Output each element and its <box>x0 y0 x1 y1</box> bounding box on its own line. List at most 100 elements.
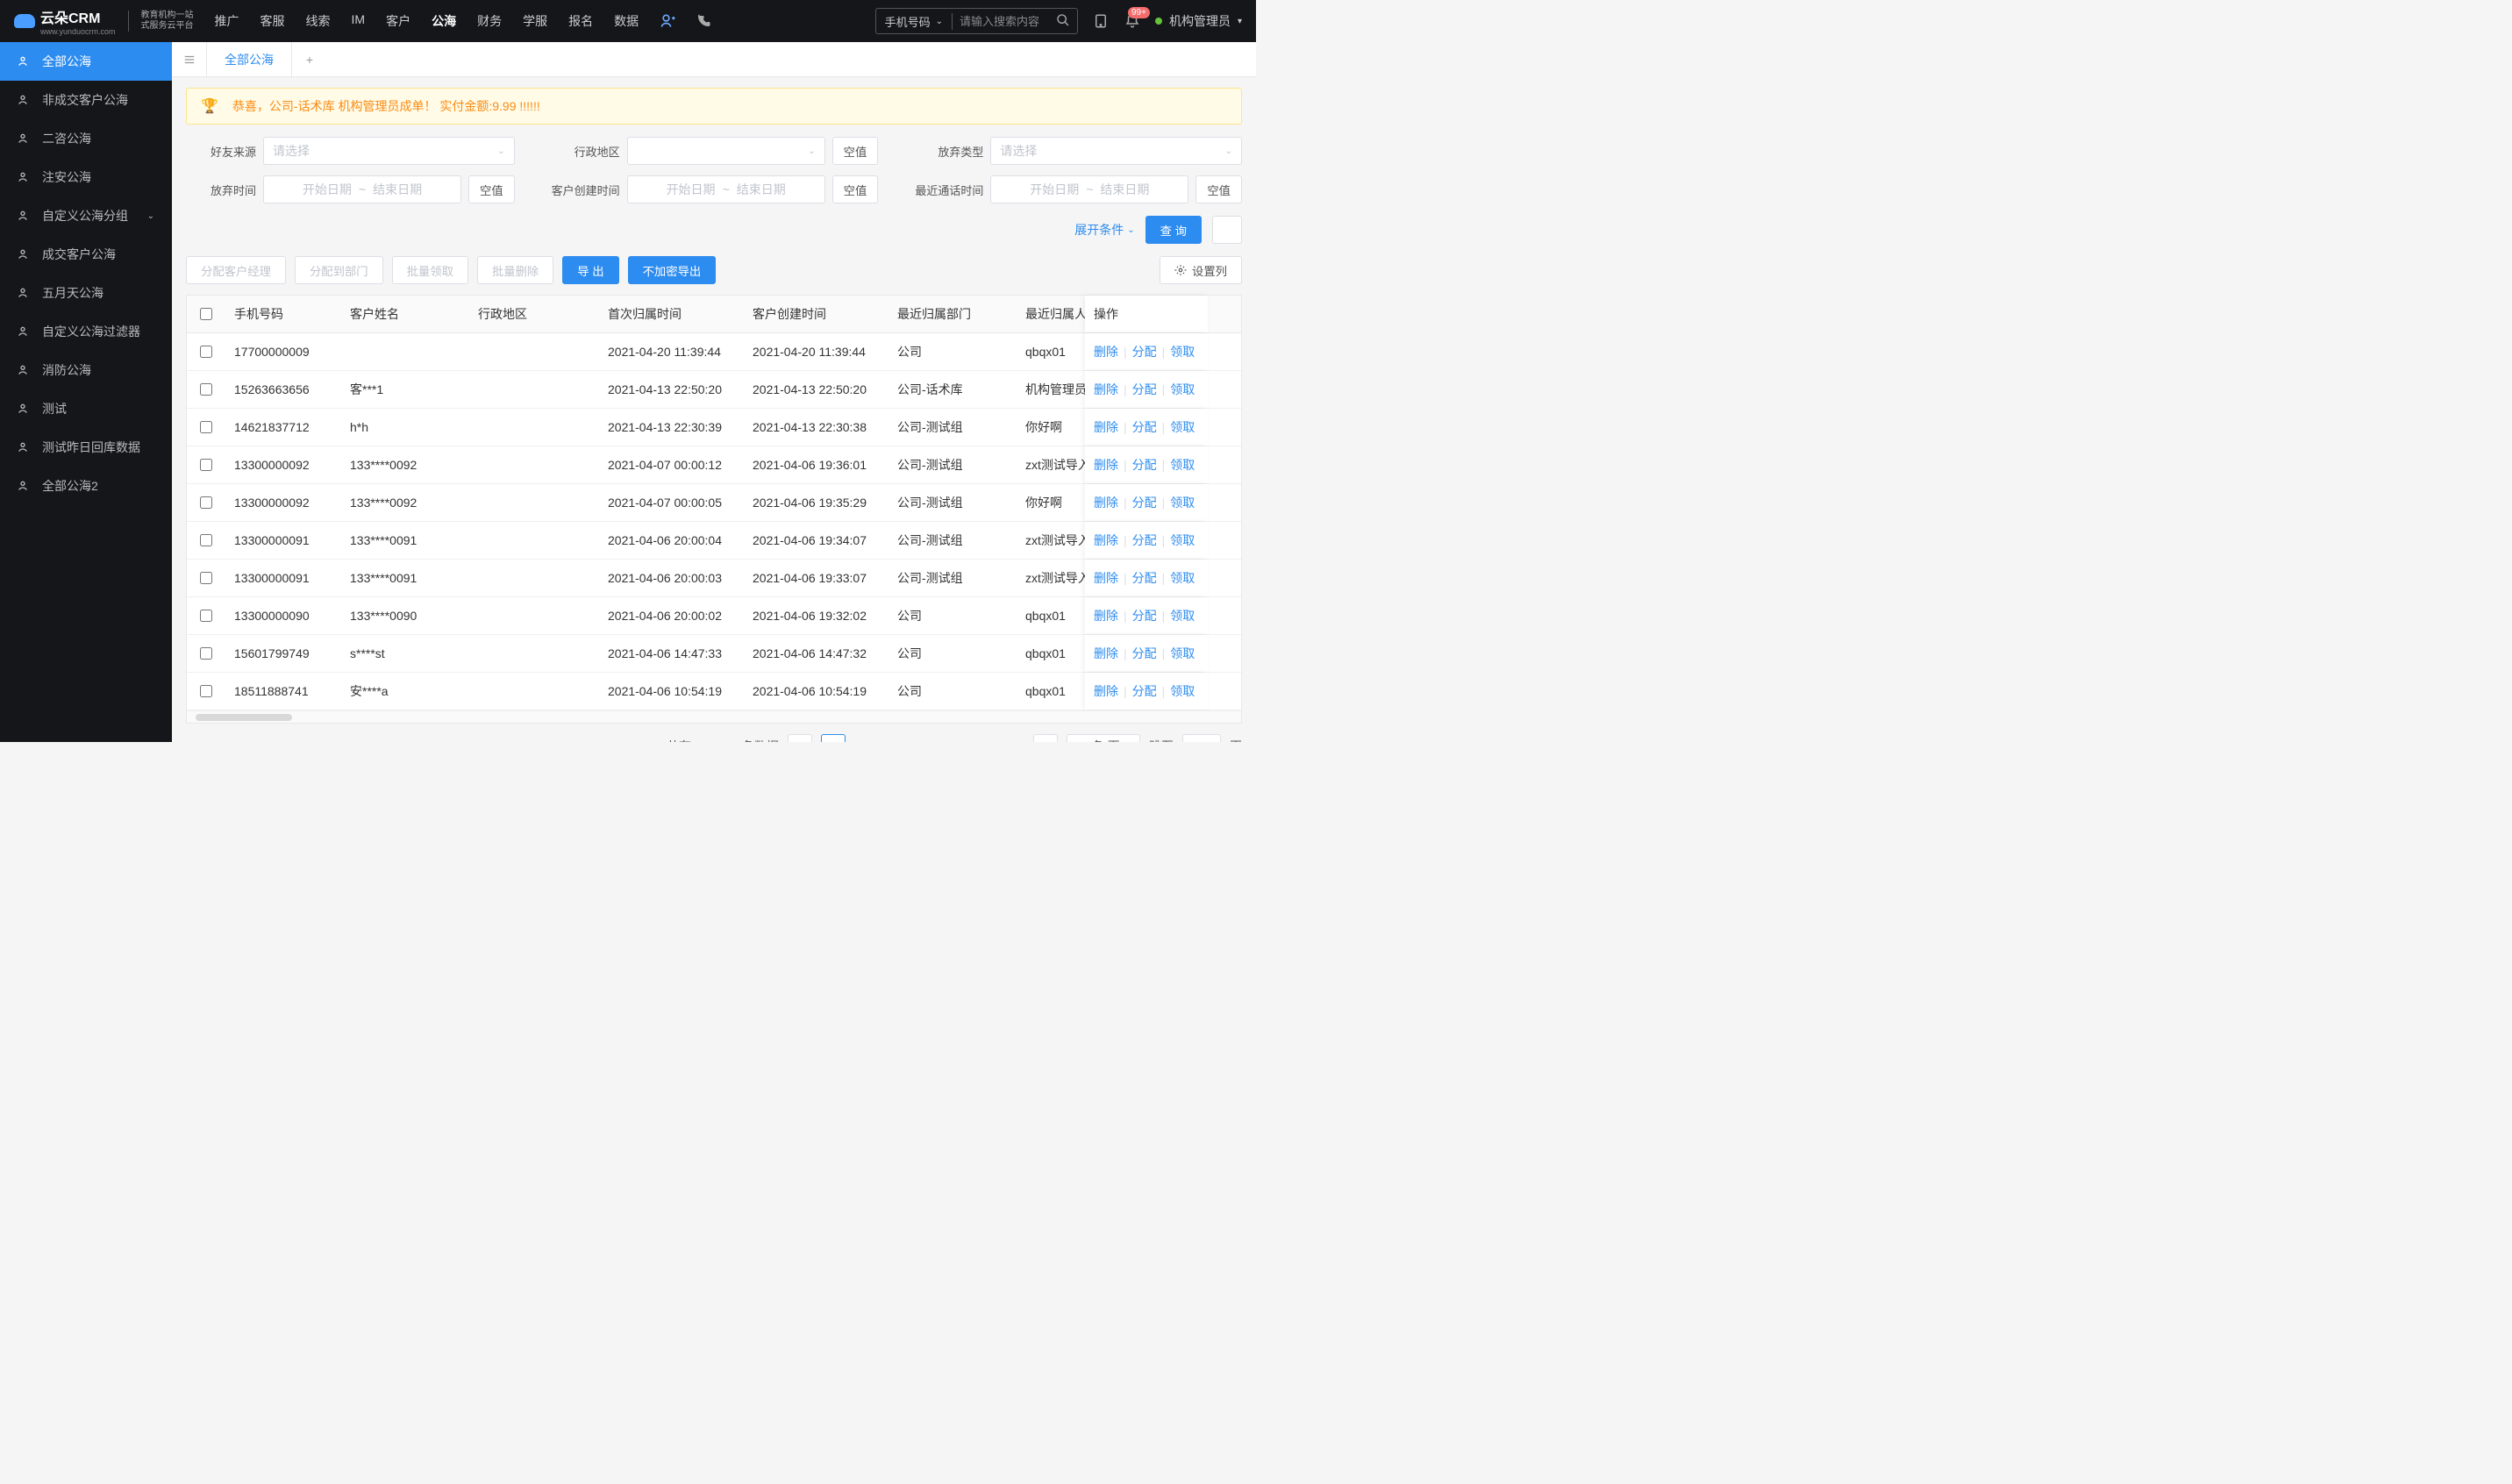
row-assign-link[interactable]: 分配 <box>1132 456 1157 474</box>
sidebar-item-10[interactable]: 测试昨日回库数据 <box>0 428 172 467</box>
row-checkbox[interactable] <box>200 459 212 471</box>
row-checkbox[interactable] <box>200 610 212 622</box>
user-add-icon[interactable] <box>660 12 677 30</box>
logo[interactable]: 云朵CRM www.yunduocrm.com 教育机构一站 式服务云平台 <box>14 6 194 36</box>
nav-item-7[interactable]: 学服 <box>523 12 547 30</box>
row-checkbox[interactable] <box>200 534 212 546</box>
nav-item-2[interactable]: 线索 <box>306 12 331 30</box>
null-button-region[interactable]: 空值 <box>832 137 879 165</box>
null-button-abandon-time[interactable]: 空值 <box>468 175 515 203</box>
select-all-checkbox[interactable] <box>200 308 212 320</box>
row-claim-link[interactable]: 领取 <box>1170 607 1195 624</box>
bulk-delete-button[interactable]: 批量删除 <box>477 256 553 284</box>
query-button[interactable]: 查 询 <box>1145 216 1202 244</box>
nav-item-3[interactable]: IM <box>352 12 366 30</box>
horizontal-scrollbar[interactable] <box>187 710 1241 723</box>
page-1[interactable]: 1 <box>821 734 846 742</box>
filter-date-last-call[interactable]: 开始日期~结束日期 <box>990 175 1188 203</box>
sidebar-item-2[interactable]: 二咨公海 <box>0 119 172 158</box>
sidebar-item-9[interactable]: 测试 <box>0 389 172 428</box>
tablet-icon[interactable] <box>1092 12 1110 30</box>
row-delete-link[interactable]: 删除 <box>1094 682 1118 700</box>
filter-date-abandon[interactable]: 开始日期~结束日期 <box>263 175 461 203</box>
row-delete-link[interactable]: 删除 <box>1094 607 1118 624</box>
row-checkbox[interactable] <box>200 346 212 358</box>
bell-icon[interactable]: 99+ <box>1124 12 1141 30</box>
sidebar-item-3[interactable]: 注安公海 <box>0 158 172 196</box>
page-2[interactable]: 2 <box>854 739 872 742</box>
page-5[interactable]: 5 <box>932 739 950 742</box>
row-assign-link[interactable]: 分配 <box>1132 494 1157 511</box>
null-button-last-call[interactable]: 空值 <box>1195 175 1242 203</box>
sidebar-item-4[interactable]: 自定义公海分组⌄ <box>0 196 172 235</box>
row-delete-link[interactable]: 删除 <box>1094 343 1118 360</box>
nav-item-1[interactable]: 客服 <box>260 12 285 30</box>
sidebar-item-6[interactable]: 五月天公海 <box>0 274 172 312</box>
user-menu[interactable]: 机构管理员 ▾ <box>1155 12 1242 30</box>
row-checkbox[interactable] <box>200 572 212 584</box>
page-next[interactable]: › <box>1033 734 1058 742</box>
sidebar-item-8[interactable]: 消防公海 <box>0 351 172 389</box>
sidebar-item-0[interactable]: 全部公海 <box>0 42 172 81</box>
row-assign-link[interactable]: 分配 <box>1132 532 1157 549</box>
row-assign-link[interactable]: 分配 <box>1132 343 1157 360</box>
null-button-create-time[interactable]: 空值 <box>832 175 879 203</box>
expand-filters-link[interactable]: 展开条件⌄ <box>1074 221 1134 239</box>
nav-item-5[interactable]: 公海 <box>432 12 456 30</box>
row-checkbox[interactable] <box>200 421 212 433</box>
assign-dept-button[interactable]: 分配到部门 <box>295 256 383 284</box>
row-delete-link[interactable]: 删除 <box>1094 418 1118 436</box>
column-settings-button[interactable]: 设置列 <box>1160 256 1242 284</box>
tabs-menu-icon[interactable] <box>172 42 207 76</box>
row-delete-link[interactable]: 删除 <box>1094 381 1118 398</box>
row-assign-link[interactable]: 分配 <box>1132 607 1157 624</box>
phone-icon[interactable] <box>695 12 712 30</box>
filter-select-region[interactable]: ⌄ <box>627 137 825 165</box>
row-delete-link[interactable]: 删除 <box>1094 532 1118 549</box>
page-4[interactable]: 4 <box>907 739 924 742</box>
page-prev[interactable]: ‹ <box>788 734 812 742</box>
row-assign-link[interactable]: 分配 <box>1132 569 1157 587</box>
row-claim-link[interactable]: 领取 <box>1170 494 1195 511</box>
row-claim-link[interactable]: 领取 <box>1170 682 1195 700</box>
page-size-select[interactable]: 10 条/页⌄ <box>1067 734 1140 742</box>
filter-date-create[interactable]: 开始日期~结束日期 <box>627 175 825 203</box>
row-checkbox[interactable] <box>200 685 212 697</box>
row-claim-link[interactable]: 领取 <box>1170 381 1195 398</box>
nav-item-9[interactable]: 数据 <box>614 12 639 30</box>
search-input[interactable] <box>953 15 1049 28</box>
export-plain-button[interactable]: 不加密导出 <box>628 256 717 284</box>
scrollbar-thumb[interactable] <box>196 714 292 721</box>
filter-select-source[interactable]: 请选择⌄ <box>263 137 515 165</box>
nav-item-8[interactable]: 报名 <box>568 12 593 30</box>
row-assign-link[interactable]: 分配 <box>1132 418 1157 436</box>
page-3[interactable]: 3 <box>881 739 898 742</box>
refresh-button[interactable] <box>1212 216 1242 244</box>
filter-select-abandon-type[interactable]: 请选择⌄ <box>990 137 1242 165</box>
sidebar-item-11[interactable]: 全部公海2 <box>0 467 172 505</box>
row-claim-link[interactable]: 领取 <box>1170 569 1195 587</box>
row-delete-link[interactable]: 删除 <box>1094 494 1118 511</box>
sidebar-item-1[interactable]: 非成交客户公海 <box>0 81 172 119</box>
search-icon[interactable] <box>1049 13 1077 30</box>
row-assign-link[interactable]: 分配 <box>1132 682 1157 700</box>
row-claim-link[interactable]: 领取 <box>1170 418 1195 436</box>
row-assign-link[interactable]: 分配 <box>1132 645 1157 662</box>
export-button[interactable]: 导 出 <box>562 256 618 284</box>
row-claim-link[interactable]: 领取 <box>1170 456 1195 474</box>
tab-add-button[interactable]: + <box>292 42 327 76</box>
bulk-claim-button[interactable]: 批量领取 <box>392 256 468 284</box>
row-checkbox[interactable] <box>200 383 212 396</box>
row-checkbox[interactable] <box>200 496 212 509</box>
row-claim-link[interactable]: 领取 <box>1170 343 1195 360</box>
row-assign-link[interactable]: 分配 <box>1132 381 1157 398</box>
nav-item-6[interactable]: 财务 <box>477 12 502 30</box>
search-type-select[interactable]: 手机号码 ⌄ <box>876 13 953 30</box>
row-delete-link[interactable]: 删除 <box>1094 456 1118 474</box>
goto-page-input[interactable] <box>1182 734 1221 742</box>
nav-item-0[interactable]: 推广 <box>215 12 239 30</box>
nav-item-4[interactable]: 客户 <box>386 12 410 30</box>
page-last[interactable]: 6882 <box>987 739 1024 742</box>
row-delete-link[interactable]: 删除 <box>1094 569 1118 587</box>
row-claim-link[interactable]: 领取 <box>1170 645 1195 662</box>
